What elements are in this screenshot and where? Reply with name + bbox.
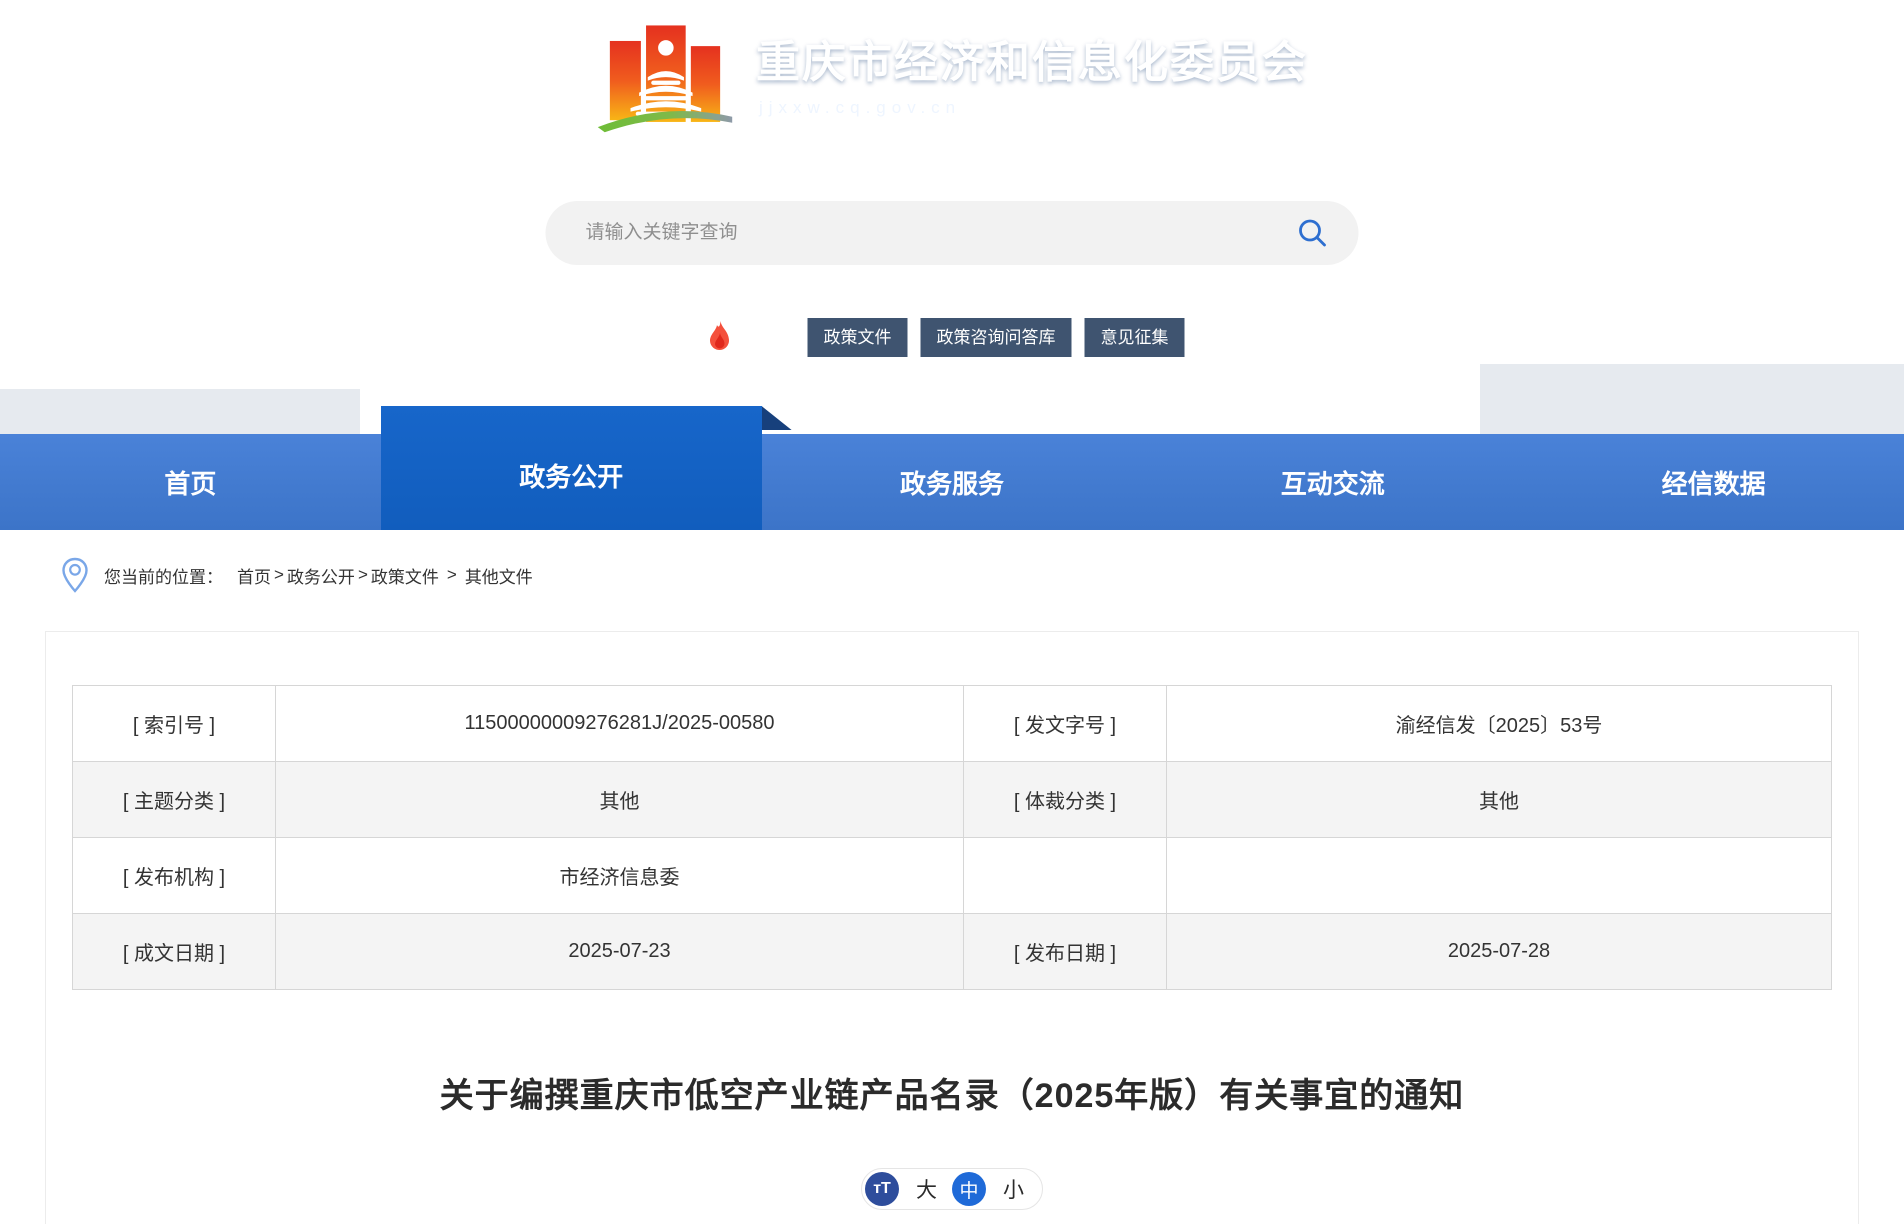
nav-tab-gov-affairs-open[interactable]: 政务公开 (381, 406, 762, 530)
meta-value-written-date: 2025-07-23 (276, 914, 964, 990)
font-size-large-button[interactable]: 大 (916, 1174, 937, 1204)
meta-value-issuer: 市经济信息委 (276, 838, 964, 914)
hot-search-row: 热搜: 政策文件 政策咨询问答库 意见征集 (707, 318, 1198, 357)
meta-label-issuer: [ 发布机构 ] (73, 838, 276, 914)
page-title: 关于编撰重庆市低空产业链产品名录（2025年版）有关事宜的通知 (46, 1074, 1858, 1118)
meta-value-empty (1167, 838, 1832, 914)
search-bar (546, 201, 1359, 265)
table-row: [ 发布机构 ] 市经济信息委 (73, 838, 1832, 914)
meta-value-genre-class: 其他 (1167, 762, 1832, 838)
site-url: jjxxw.cq.gov.cn (756, 98, 1308, 118)
meta-label-written-date: [ 成文日期 ] (73, 914, 276, 990)
page-header: 重庆市经济和信息化委员会 jjxxw.cq.gov.cn 热搜: 政策文件 政策… (0, 0, 1904, 434)
breadcrumb: 您当前的位置： 首页 > 政务公开 > 政策文件 > 其他文件 (0, 530, 1904, 594)
meta-label-publish-date: [ 发布日期 ] (964, 914, 1167, 990)
breadcrumb-item-gov-open[interactable]: 政务公开 (287, 563, 355, 588)
meta-value-topic-class: 其他 (276, 762, 964, 838)
meta-label-genre-class: [ 体裁分类 ] (964, 762, 1167, 838)
meta-label-empty (964, 838, 1167, 914)
search-input[interactable] (586, 222, 1293, 244)
meta-label-doc-no: [ 发文字号 ] (964, 686, 1167, 762)
meta-value-publish-date: 2025-07-28 (1167, 914, 1832, 990)
flame-icon (707, 321, 734, 354)
breadcrumb-item-home[interactable]: 首页 (237, 563, 271, 588)
breadcrumb-item-policy-docs[interactable]: 政策文件 (371, 563, 439, 588)
breadcrumb-prefix: 您当前的位置： (104, 563, 223, 588)
nav-tab-data[interactable]: 经信数据 (1523, 434, 1904, 530)
hot-search-item-policy-files[interactable]: 政策文件 (808, 318, 908, 357)
font-size-medium-button[interactable]: 中 (952, 1172, 986, 1206)
meta-label-topic-class: [ 主题分类 ] (73, 762, 276, 838)
font-size-icon: тT (865, 1172, 899, 1206)
nav-tab-home[interactable]: 首页 (0, 434, 381, 530)
site-logo-icon (596, 22, 734, 134)
nav-tab-gov-services[interactable]: 政务服务 (762, 434, 1143, 530)
table-row: [ 主题分类 ] 其他 [ 体裁分类 ] 其他 (73, 762, 1832, 838)
breadcrumb-separator: > (358, 565, 368, 585)
font-size-control: тT 大 中 小 (861, 1168, 1043, 1210)
search-button[interactable] (1293, 213, 1333, 253)
breadcrumb-separator: > (447, 565, 457, 585)
table-row: [ 索引号 ] 11500000009276281J/2025-00580 [ … (73, 686, 1832, 762)
hot-search-item-opinions[interactable]: 意见征集 (1085, 318, 1185, 357)
meta-value-doc-no: 渝经信发〔2025〕53号 (1167, 686, 1832, 762)
main-nav: 首页 政务公开 政务服务 互动交流 经信数据 (0, 434, 1904, 530)
breadcrumb-separator: > (274, 565, 284, 585)
document-card: [ 索引号 ] 11500000009276281J/2025-00580 [ … (45, 631, 1859, 1224)
hot-search-item-qa-library[interactable]: 政策咨询问答库 (921, 318, 1072, 357)
breadcrumb-item-other-docs[interactable]: 其他文件 (465, 563, 533, 588)
site-logo-block[interactable]: 重庆市经济和信息化委员会 jjxxw.cq.gov.cn (596, 22, 1308, 134)
site-title: 重庆市经济和信息化委员会 (756, 38, 1308, 89)
hot-search-label: 热搜: (743, 323, 792, 353)
nav-tab-interaction[interactable]: 互动交流 (1142, 434, 1523, 530)
meta-label-index-no: [ 索引号 ] (73, 686, 276, 762)
document-meta-table: [ 索引号 ] 11500000009276281J/2025-00580 [ … (72, 685, 1832, 990)
location-pin-icon (58, 556, 92, 594)
meta-value-index-no: 11500000009276281J/2025-00580 (276, 686, 964, 762)
search-icon (1296, 216, 1330, 250)
table-row: [ 成文日期 ] 2025-07-23 [ 发布日期 ] 2025-07-28 (73, 914, 1832, 990)
font-size-small-button[interactable]: 小 (1003, 1174, 1024, 1204)
